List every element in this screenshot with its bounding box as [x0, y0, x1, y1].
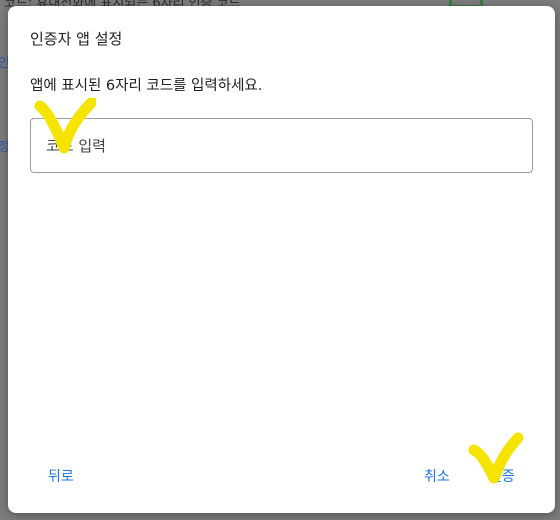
authenticator-setup-dialog: 인증자 앱 설정 앱에 표시된 6자리 코드를 입력하세요. 뒤로 취소 인증: [8, 6, 555, 513]
cancel-button[interactable]: 취소: [418, 462, 456, 490]
code-input[interactable]: [31, 119, 532, 172]
code-input-field[interactable]: [30, 118, 533, 173]
back-button[interactable]: 뒤로: [42, 462, 80, 490]
instruction-text: 앱에 표시된 6자리 코드를 입력하세요.: [30, 78, 263, 94]
verify-button[interactable]: 인증: [483, 462, 521, 490]
dialog-title: 인증자 앱 설정: [30, 30, 123, 48]
